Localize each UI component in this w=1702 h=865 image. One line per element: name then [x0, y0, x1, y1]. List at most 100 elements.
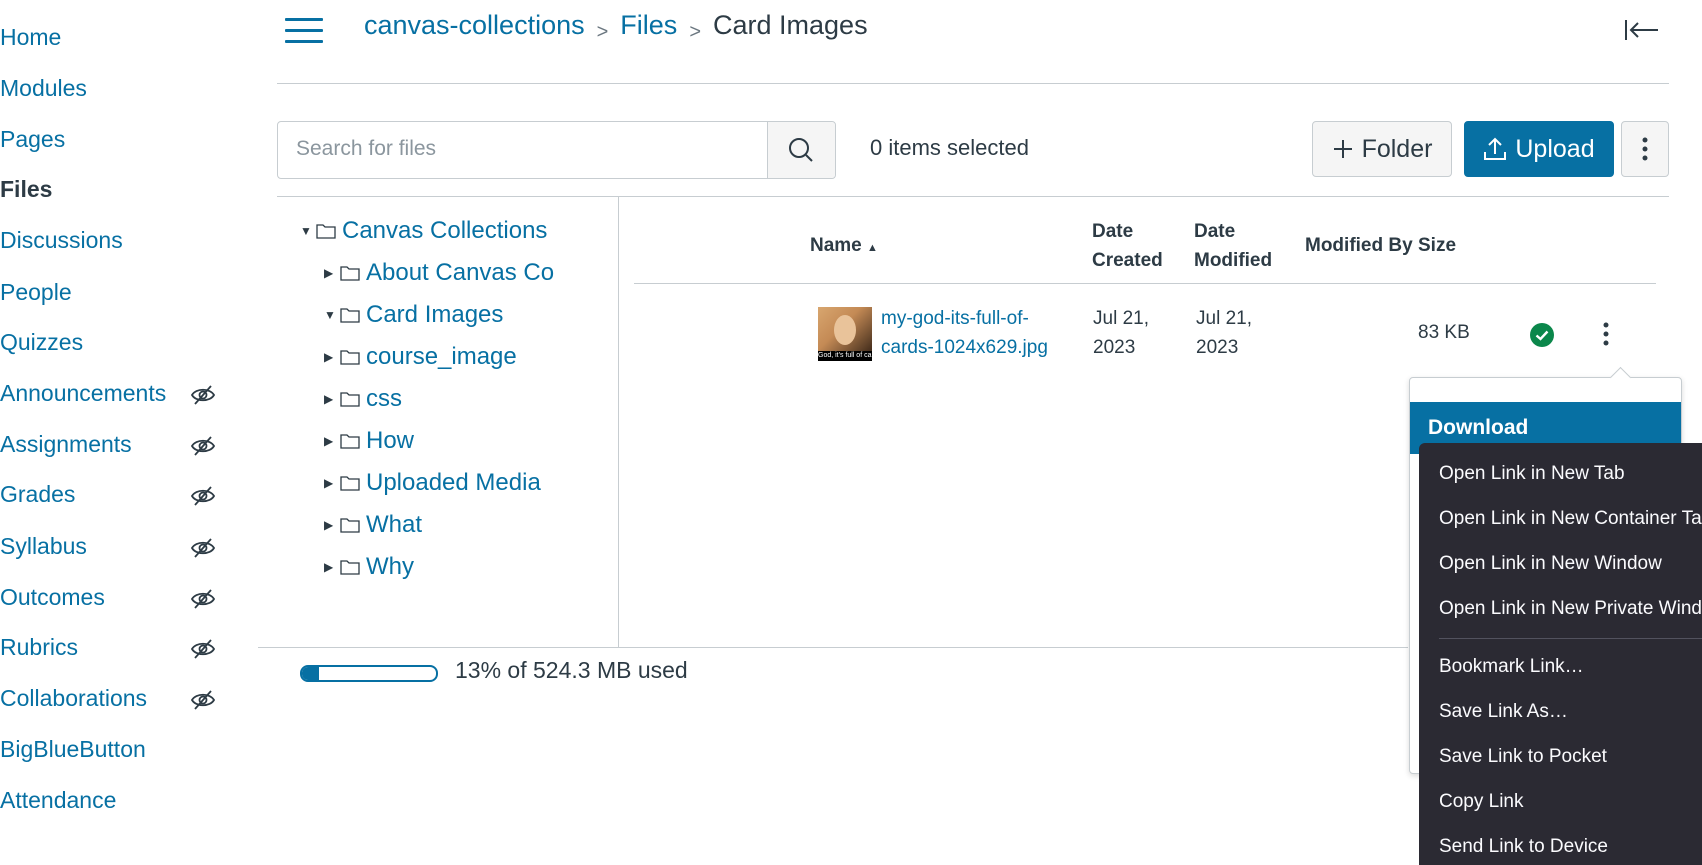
nav-label: Collaborations — [0, 685, 148, 711]
kebab-icon[interactable] — [1596, 320, 1616, 350]
cell-line: Jul 21, — [1196, 308, 1252, 329]
nav-label: Modules — [0, 75, 87, 101]
context-item-save-to-pocket[interactable]: Save Link to Pocket — [1439, 746, 1607, 768]
tree-label: Uploaded Media — [366, 469, 541, 496]
tree-item[interactable]: ▶ What — [324, 511, 422, 539]
cell-line: 2023 — [1196, 337, 1239, 358]
nav-home[interactable]: Home — [0, 24, 220, 54]
folder-icon — [340, 308, 360, 323]
nav-pages[interactable]: Pages — [0, 126, 220, 156]
nav-people[interactable]: People — [0, 279, 220, 309]
nav-label: Quizzes — [0, 329, 84, 355]
folder-icon — [340, 266, 360, 281]
nav-label: Grades — [0, 481, 76, 507]
tree-item[interactable]: ▶ Uploaded Media — [324, 469, 541, 497]
nav-label: Attendance — [0, 787, 117, 809]
eye-slash-icon — [190, 538, 216, 558]
tree-item[interactable]: ▶ Why — [324, 553, 414, 581]
folder-icon — [340, 518, 360, 533]
selected-count: 0 items selected — [870, 135, 1029, 160]
breadcrumb-course-link[interactable]: canvas-collections — [364, 10, 585, 40]
more-options-button[interactable] — [1621, 121, 1669, 177]
header-label: Date — [1194, 221, 1236, 242]
toolbar-divider — [277, 196, 1669, 197]
nav-quizzes[interactable]: Quizzes — [0, 329, 220, 359]
thumbnail-caption: God, it's full of ca — [818, 351, 872, 361]
date-modified-cell: Jul 21, 2023 — [1196, 304, 1252, 362]
nav-collaborations[interactable]: Collaborations — [0, 685, 220, 715]
nav-outcomes[interactable]: Outcomes — [0, 584, 220, 614]
tree-item[interactable]: ▶ How — [324, 427, 414, 455]
header-label: Name — [810, 235, 862, 256]
nav-modules[interactable]: Modules — [0, 75, 220, 105]
file-name-link[interactable]: my-god-its-full-of- cards-1024x629.jpg — [881, 304, 1061, 362]
caret-right-icon: ▶ — [324, 266, 334, 280]
search-input[interactable] — [278, 122, 794, 176]
folder-icon — [340, 560, 360, 575]
cell-line: 2023 — [1093, 337, 1136, 358]
nav-files[interactable]: Files — [0, 176, 220, 206]
context-item-save-link-as[interactable]: Save Link As… — [1439, 701, 1568, 723]
tree-label: css — [366, 385, 402, 412]
context-item-bookmark-link[interactable]: Bookmark Link… — [1439, 656, 1584, 678]
column-header-date-created[interactable]: Date Created — [1092, 217, 1163, 275]
tree-item[interactable]: ▶ About Canvas Co — [324, 259, 554, 287]
file-name-line: cards-1024x629.jpg — [881, 337, 1048, 358]
hamburger-icon[interactable] — [285, 18, 323, 44]
breadcrumb: canvas-collections > Files > Card Images — [364, 10, 868, 43]
eye-slash-icon — [190, 486, 216, 506]
popup-caret — [1609, 366, 1632, 389]
upload-button[interactable]: Upload — [1464, 121, 1614, 177]
nav-assignments[interactable]: Assignments — [0, 431, 220, 461]
nav-label: Discussions — [0, 227, 123, 253]
collapse-left-icon[interactable] — [1622, 12, 1662, 48]
caret-down-icon: ▼ — [324, 308, 336, 322]
nav-label: BigBlueButton — [0, 736, 146, 762]
nav-bigbluebutton[interactable]: BigBlueButton — [0, 736, 220, 766]
nav-rubrics[interactable]: Rubrics — [0, 634, 220, 664]
column-header-size[interactable]: Size — [1418, 231, 1456, 260]
file-thumbnail: God, it's full of ca — [818, 307, 872, 361]
tree-root[interactable]: ▼ Canvas Collections — [300, 217, 547, 245]
caret-right-icon: ▶ — [324, 518, 334, 532]
nav-attendance[interactable]: Attendance — [0, 787, 220, 809]
nav-label: People — [0, 279, 72, 305]
context-item-open-container-tab[interactable]: Open Link in New Container Tab — [1439, 508, 1702, 530]
context-item-open-private-window[interactable]: Open Link in New Private Window — [1439, 598, 1702, 620]
column-header-date-modified[interactable]: Date Modified — [1194, 217, 1272, 275]
folder-icon — [340, 476, 360, 491]
nav-announcements[interactable]: Announcements — [0, 380, 220, 410]
nav-label: Assignments — [0, 431, 132, 457]
tree-item[interactable]: ▶ course_image — [324, 343, 517, 371]
breadcrumb-files-link[interactable]: Files — [620, 10, 677, 40]
nav-grades[interactable]: Grades — [0, 481, 220, 511]
nav-label: Files — [0, 176, 53, 202]
tree-label: Card Images — [366, 301, 504, 328]
search-button[interactable] — [767, 122, 835, 178]
tree-label: What — [366, 511, 423, 538]
nav-discussions[interactable]: Discussions — [0, 227, 220, 257]
eye-slash-icon — [190, 385, 216, 405]
add-folder-button[interactable]: Folder — [1312, 121, 1452, 177]
header-label: Size — [1418, 235, 1457, 256]
column-header-name[interactable]: Name ▲ — [810, 231, 878, 263]
folder-icon — [340, 392, 360, 407]
quota-usage-text: 13% of 524.3 MB used — [455, 657, 688, 683]
context-item-open-new-tab[interactable]: Open Link in New Tab — [1439, 463, 1625, 485]
tree-item[interactable]: ▶ css — [324, 385, 402, 413]
breadcrumb-separator: > — [596, 21, 609, 43]
context-item-copy-link[interactable]: Copy Link — [1439, 791, 1524, 813]
search-icon — [789, 138, 813, 162]
sort-ascending-icon: ▲ — [867, 242, 878, 254]
tree-item-selected[interactable]: ▼ Card Images — [324, 301, 503, 329]
nav-label: Rubrics — [0, 634, 78, 660]
caret-right-icon: ▶ — [324, 476, 334, 490]
caret-right-icon: ▶ — [324, 560, 334, 574]
quota-progress-bar — [300, 665, 438, 682]
context-item-send-to-device[interactable]: Send Link to Device — [1439, 836, 1608, 858]
upload-icon — [1484, 137, 1507, 160]
nav-syllabus[interactable]: Syllabus — [0, 533, 220, 563]
check-circle-icon[interactable] — [1530, 323, 1554, 347]
column-header-modified-by[interactable]: Modified By — [1305, 231, 1413, 260]
context-item-open-new-window[interactable]: Open Link in New Window — [1439, 553, 1662, 575]
